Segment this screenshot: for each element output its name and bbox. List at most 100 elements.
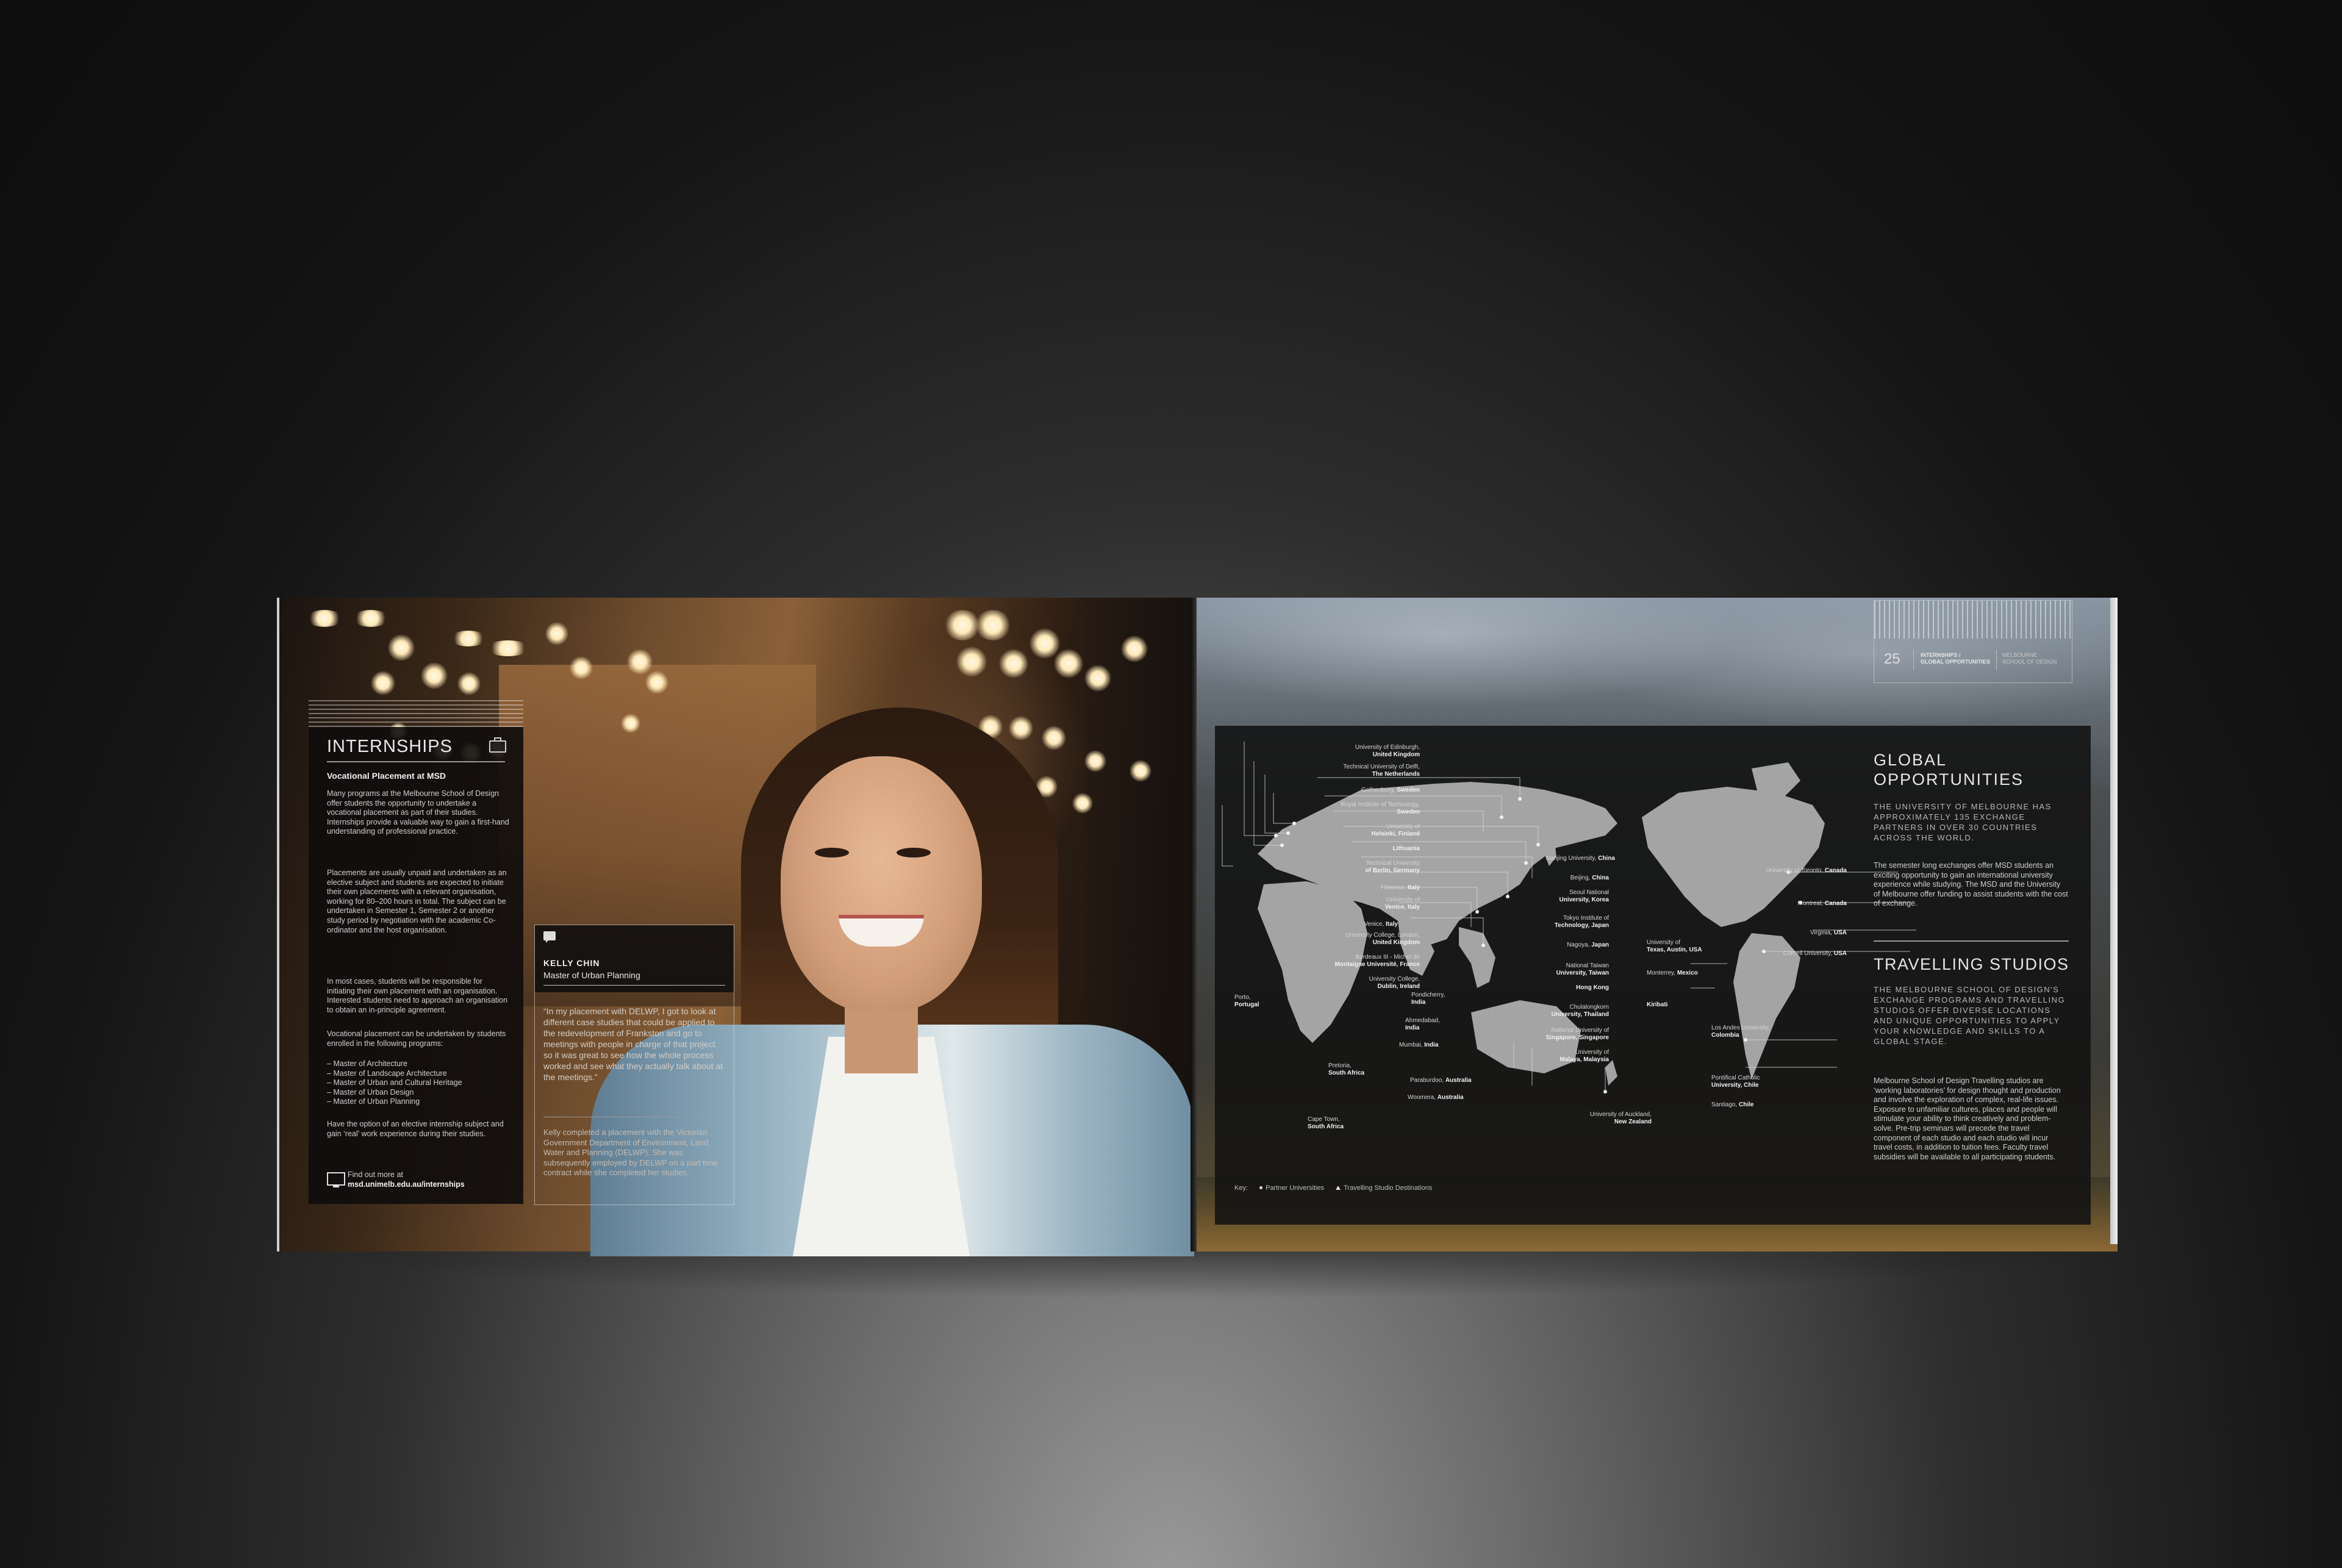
map-label-line: Beijing, — [1570, 875, 1591, 881]
school-name: MELBOURNE SCHOOL OF DESIGN — [2002, 652, 2057, 665]
map-label-place: of Berlin, Germany — [1365, 867, 1420, 874]
portrait-eye — [815, 848, 849, 857]
monitor-icon — [327, 1172, 345, 1187]
map-label-place: The Netherlands — [1372, 771, 1420, 778]
map-label-place: Singapore, Singapore — [1545, 1034, 1609, 1041]
map-label-place: Hong Kong — [1576, 984, 1609, 991]
map-label: Pretoria, South Africa — [1328, 1062, 1364, 1077]
map-label: Santiago, Chile — [1711, 1101, 1754, 1109]
map-label: Venice, Italy — [1364, 921, 1398, 928]
map-label-place: USA — [1833, 929, 1847, 936]
map-label-line: University of Toronto, — [1766, 867, 1824, 874]
map-key: Key: Partner Universities Travelling Stu… — [1234, 1184, 1432, 1192]
ceiling-light — [627, 649, 653, 675]
global-title: GLOBAL OPPORTUNITIES — [1874, 750, 2024, 789]
map-label-line: Santiago, — [1711, 1101, 1738, 1108]
section-line: INTERNSHIPS / — [1921, 652, 1961, 658]
map-label-line: Nanjing University, — [1545, 855, 1597, 862]
map-label: Chulalongkorn University, Thailand — [1552, 1004, 1609, 1018]
map-label: Technical University of Berlin, Germany — [1366, 860, 1420, 875]
quote-rule — [543, 985, 725, 986]
partner-marker — [1524, 861, 1528, 865]
global-body: The semester long exchanges offer MSD st… — [1874, 861, 2068, 908]
map-label-place: New Zealand — [1614, 1119, 1652, 1125]
map-label-place: India — [1405, 1025, 1420, 1031]
map-label: Virginia, USA — [1810, 929, 1847, 937]
map-panel: University of Edinburgh, United Kingdom T… — [1215, 726, 2091, 1225]
map-label-place: Canada — [1824, 867, 1847, 874]
ceiling-light — [306, 610, 343, 627]
internships-subtitle: Vocational Placement at MSD — [327, 771, 446, 781]
map-label-place: Sweden — [1397, 787, 1420, 793]
map-label-line: Pretoria, — [1328, 1062, 1352, 1069]
map-label-line: Porto, — [1234, 994, 1251, 1001]
partner-marker — [1506, 895, 1509, 898]
map-label-place: University, Taiwan — [1556, 970, 1609, 976]
ceiling-light — [353, 610, 389, 627]
map-label-line: National Taiwan — [1566, 962, 1609, 969]
ceiling-light — [388, 634, 415, 661]
map-label: Pontifical Catholic University, Chile — [1711, 1075, 1760, 1089]
travelling-caps: THE MELBOURNE SCHOOL OF DESIGN'S EXCHANG… — [1874, 985, 2066, 1046]
map-label-line: Montreal, — [1797, 900, 1824, 907]
map-label-place: University, Korea — [1559, 897, 1609, 903]
programs-list: Master of Architecture Master of Landsca… — [327, 1059, 510, 1107]
map-label: Tokyo Institute of Technology, Japan — [1555, 915, 1609, 929]
global-caps: THE UNIVERSITY OF MELBOURNE HAS APPROXIM… — [1874, 802, 2052, 842]
internships-paragraph: Many programs at the Melbourne School of… — [327, 789, 509, 836]
map-label-line: University of — [1386, 823, 1420, 830]
map-label-place: South Africa — [1308, 1123, 1344, 1130]
ceiling-light — [1054, 649, 1083, 678]
map-label: National Taiwan University, Taiwan — [1556, 962, 1609, 977]
map-label-line: Cornell University, — [1783, 950, 1833, 957]
internships-paragraph: In most cases, students will be responsi… — [327, 977, 508, 1014]
map-label-place: Montaigne Université, France — [1334, 961, 1420, 968]
section-line: GLOBAL OPPORTUNITIES — [1921, 659, 1990, 665]
map-label-line: Mumbai, — [1399, 1042, 1423, 1048]
map-label: Technical University of Delft, The Nether… — [1343, 764, 1420, 778]
portrait-eye — [897, 848, 931, 857]
internships-title: INTERNSHIPS — [327, 737, 453, 756]
key-label: Key: — [1234, 1184, 1248, 1192]
section-title: INTERNSHIPS / GLOBAL OPPORTUNITIES — [1921, 652, 1990, 665]
header-divider — [1996, 650, 1997, 670]
map-label-line: Royal Institute of Technology, — [1341, 801, 1420, 808]
map-label-line: Cape Town, — [1308, 1116, 1340, 1123]
partner-marker — [1518, 797, 1522, 801]
map-label-line: University of — [1575, 1049, 1609, 1056]
school-line: SCHOOL OF DESIGN — [2002, 659, 2057, 665]
ceiling-light — [621, 714, 640, 733]
map-label-line: Pondicherry, — [1411, 992, 1445, 998]
map-new-zealand — [1605, 1060, 1617, 1086]
map-label-place: Technology, Japan — [1554, 922, 1609, 929]
map-label-line: University of Auckland, — [1589, 1111, 1652, 1118]
leader-line — [1253, 761, 1282, 846]
map-label-line: University College, London, — [1345, 932, 1420, 939]
partner-marker — [1475, 910, 1479, 914]
ceiling-light — [1121, 635, 1148, 662]
map-label-place: USA — [1833, 950, 1847, 957]
partner-marker — [1292, 822, 1296, 825]
map-label: Ahmedabad, India — [1405, 1017, 1440, 1032]
page-header: 25 INTERNSHIPS / GLOBAL OPPORTUNITIES ME… — [1874, 600, 2072, 683]
map-label: University of Texas, Austin, USA — [1647, 939, 1702, 954]
internships-link[interactable]: msd.unimelb.edu.au/internships — [348, 1180, 465, 1189]
map-label-place: Texas, Austin, USA — [1647, 947, 1702, 953]
map-label-place: Chile — [1739, 1101, 1754, 1108]
map-label-place: Colombia — [1711, 1032, 1739, 1039]
map-label-line: Technical University of Delft, — [1343, 764, 1420, 770]
map-label-line: Woomera, — [1408, 1094, 1436, 1101]
map-label-place: Dublin, Ireland — [1377, 983, 1420, 990]
program-item: Master of Urban and Cultural Heritage — [327, 1078, 510, 1088]
ceiling-light — [956, 646, 987, 677]
ceiling-light — [1072, 793, 1093, 814]
partner-marker — [1274, 834, 1278, 837]
title-rule — [327, 761, 505, 762]
map-label-line: Florence, — [1380, 884, 1406, 891]
map-label: Cape Town, South Africa — [1308, 1116, 1344, 1131]
map-label-place: Italy — [1385, 921, 1398, 928]
program-item: Master of Landscape Architecture — [327, 1069, 510, 1079]
partner-marker — [1762, 950, 1766, 953]
map-label: Kiribati — [1647, 1001, 1667, 1009]
map-label: National University of Singapore, Singapo… — [1546, 1027, 1609, 1042]
